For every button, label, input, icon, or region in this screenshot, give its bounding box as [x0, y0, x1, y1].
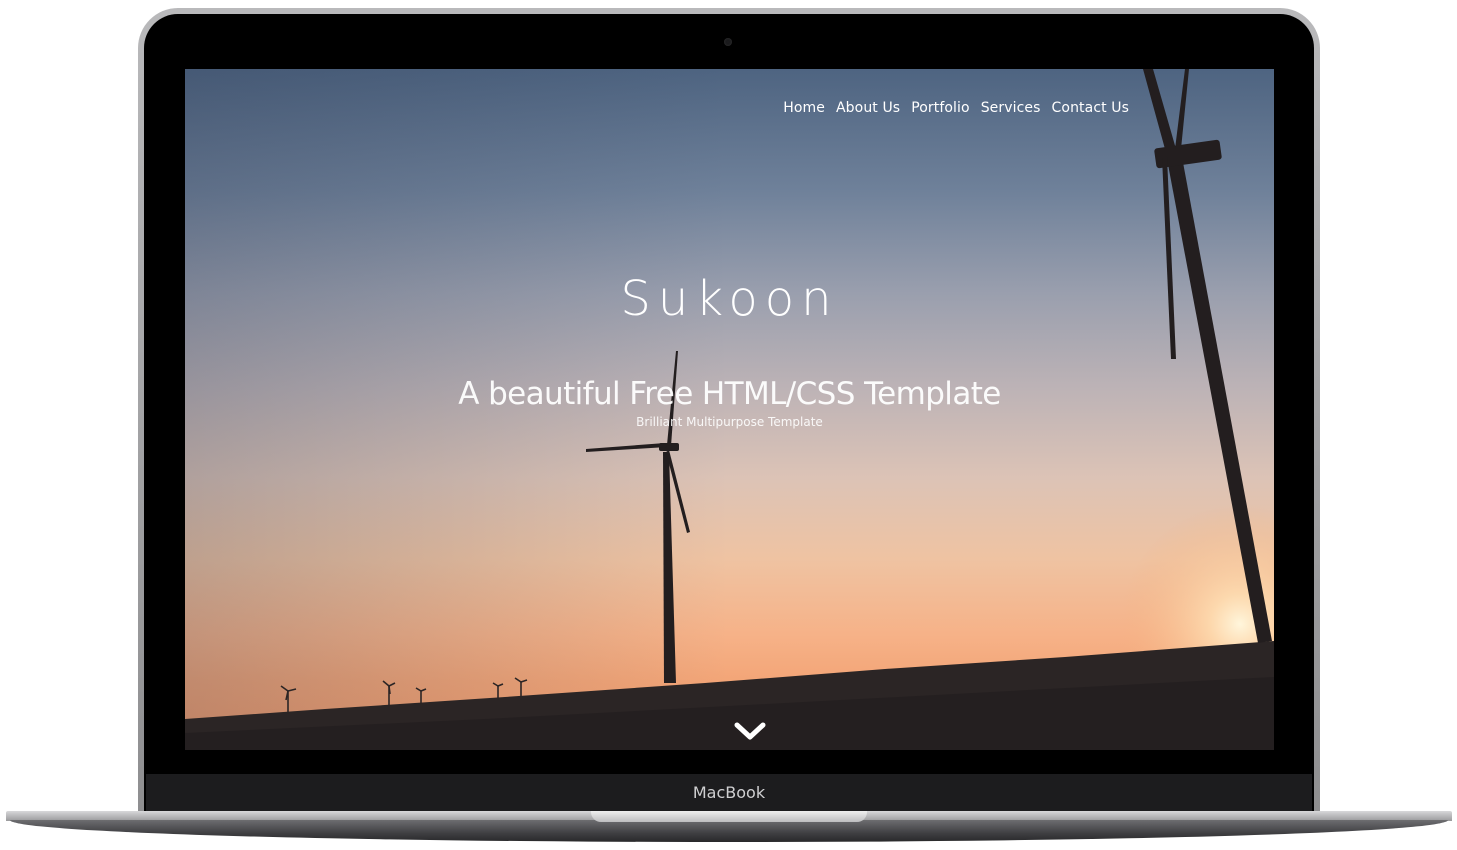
laptop-mockup: Home About Us Portfolio Services Contact…: [0, 0, 1457, 850]
chevron-down-icon[interactable]: [733, 720, 767, 744]
laptop-base-edge: [10, 820, 1448, 842]
camera-icon: [724, 38, 732, 46]
website-screen: Home About Us Portfolio Services Contact…: [185, 69, 1274, 750]
hero-tagline: Brilliant Multipurpose Template: [636, 415, 823, 429]
nav-link-home[interactable]: Home: [783, 100, 825, 116]
main-navigation: Home About Us Portfolio Services Contact…: [783, 100, 1129, 116]
nav-link-services[interactable]: Services: [981, 100, 1041, 116]
laptop-chin: MacBook: [146, 774, 1312, 812]
nav-link-portfolio[interactable]: Portfolio: [911, 100, 970, 116]
hero-title: Sukoon: [620, 271, 839, 327]
device-label: MacBook: [692, 783, 766, 802]
laptop-opening-notch: [591, 811, 867, 822]
nav-link-about-us[interactable]: About Us: [836, 100, 900, 116]
hero-subtitle: A beautiful Free HTML/CSS Template: [458, 376, 1001, 412]
nav-link-contact-us[interactable]: Contact Us: [1052, 100, 1129, 116]
